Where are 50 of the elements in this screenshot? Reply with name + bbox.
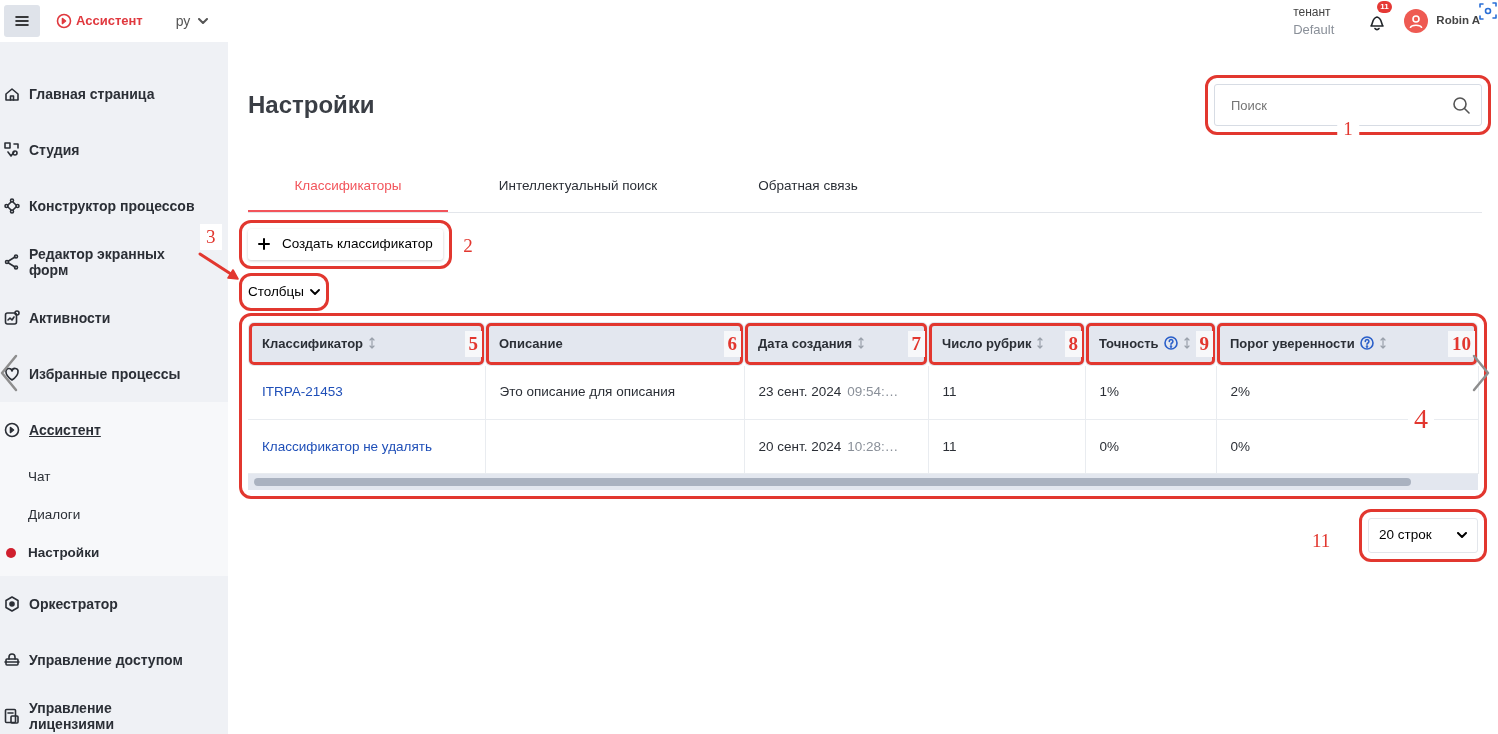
tenant-name: Default (1293, 21, 1335, 38)
accuracy-value: 1% (1099, 384, 1119, 400)
callout-number: 3 (200, 223, 222, 250)
sidebar-item[interactable]: Главная страница (0, 66, 159, 122)
column-header[interactable]: Число рубрик 8 (928, 321, 1085, 366)
sidebar-item[interactable]: Управление лицензиями (0, 688, 183, 734)
rubric-count: 11 (942, 384, 957, 400)
threshold-value: 0% (1230, 438, 1250, 454)
sidebar-item[interactable]: Избранные процессы (0, 346, 185, 402)
columns-toggle[interactable]: Столбцы (248, 281, 321, 302)
sidebar-item[interactable]: Конструктор процессов (0, 178, 199, 234)
language-select[interactable]: ру (166, 5, 218, 37)
column-header[interactable]: Точность 9 (1085, 321, 1216, 366)
callout-number: 9 (1195, 330, 1213, 357)
tab[interactable]: Классификаторы (248, 162, 448, 213)
sidebar-item[interactable]: Активности (0, 290, 115, 346)
sidebar-subitem[interactable]: Настройки (0, 534, 100, 572)
threshold-value: 2% (1230, 384, 1250, 400)
date-text: 23 сент. 2024 (758, 384, 842, 400)
description-text: Это описание для описания (499, 384, 676, 400)
notification-count: 11 (1377, 1, 1392, 13)
tab[interactable]: Интеллектуальный поиск (448, 162, 708, 213)
callout-number: 7 (907, 330, 925, 357)
tenant-label: тенант (1293, 4, 1332, 21)
date-text: 20 сент. 2024 (758, 438, 842, 454)
sidebar-item[interactable]: Управление доступом (0, 632, 187, 688)
callout-number: 5 (464, 330, 482, 357)
column-header[interactable]: Классификатор 5 (248, 321, 485, 366)
user-name: Robin A (1436, 13, 1480, 29)
tab[interactable]: Обратная связь (708, 162, 908, 213)
classifier-link[interactable]: ITRPA-21453 (262, 384, 343, 400)
time-text: 09:54:… (847, 384, 899, 400)
page-title: Настройки (248, 90, 375, 120)
column-header[interactable]: Порог уверенности 10 (1216, 321, 1478, 366)
sidebar-item[interactable]: Оркестратор (0, 576, 122, 632)
sidebar-subitem[interactable]: Диалоги (0, 496, 81, 534)
time-text: 10:28:… (847, 438, 899, 454)
callout-number: 8 (1064, 330, 1082, 357)
callout-number: 6 (723, 330, 741, 357)
sidebar-item[interactable]: Студия (0, 122, 84, 178)
app-name: Ассистент (76, 12, 143, 31)
rubric-count: 11 (942, 438, 957, 454)
sidebar-item[interactable]: Редактор экранных форм (0, 234, 183, 290)
column-header[interactable]: Дата создания 7 (744, 321, 928, 366)
callout-number: 10 (1448, 330, 1475, 357)
create-button[interactable]: Создать классификатор (248, 229, 443, 260)
sidebar-subitem[interactable]: Чат (0, 458, 51, 496)
accuracy-value: 0% (1099, 438, 1119, 454)
column-header[interactable]: Описание 6 (485, 321, 744, 366)
classifier-link[interactable]: Классификатор не удалять (262, 438, 432, 454)
